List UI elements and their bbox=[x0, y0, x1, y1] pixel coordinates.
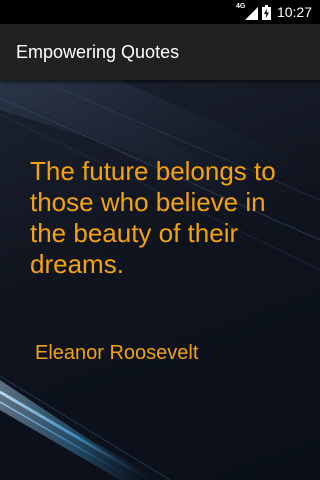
app-title: Empowering Quotes bbox=[16, 42, 180, 62]
network-type-label: 4G bbox=[235, 3, 246, 10]
app-bar: Empowering Quotes bbox=[0, 24, 320, 80]
battery-charging-icon bbox=[261, 4, 271, 20]
status-bar: 4G 10:27 bbox=[0, 0, 320, 24]
signal-icon bbox=[244, 7, 258, 20]
status-indicators: 4G 10:27 bbox=[236, 0, 312, 24]
network-indicator: 4G bbox=[236, 3, 258, 21]
quote-text: The future belongs to those who believe … bbox=[30, 156, 276, 279]
background-artwork bbox=[0, 80, 320, 480]
quote-content-area: The future belongs to those who believe … bbox=[0, 80, 320, 480]
quote-author: Eleanor Roosevelt bbox=[35, 342, 199, 364]
screen: 4G 10:27 Empowering Quotes The future be… bbox=[0, 0, 320, 480]
clock: 10:27 bbox=[276, 4, 312, 20]
